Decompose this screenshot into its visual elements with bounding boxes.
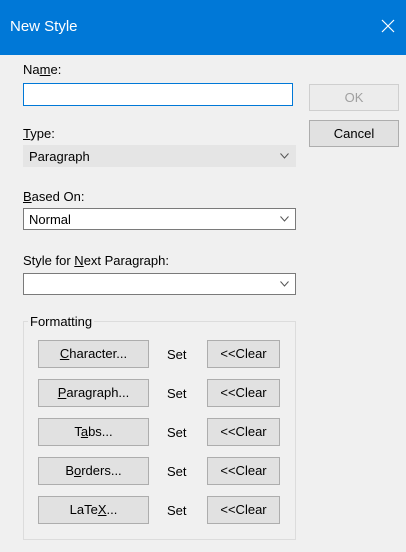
tabs-clear-button[interactable]: <<Clear	[207, 418, 280, 446]
latex-button[interactable]: LaTeX...	[38, 496, 149, 524]
paragraph-status: Set	[167, 386, 187, 401]
type-select[interactable]: Paragraph	[23, 145, 296, 167]
close-icon[interactable]	[376, 14, 400, 38]
chevron-down-icon	[280, 281, 289, 287]
cancel-button[interactable]: Cancel	[309, 120, 399, 147]
tabs-status: Set	[167, 425, 187, 440]
latex-clear-button[interactable]: <<Clear	[207, 496, 280, 524]
character-button[interactable]: Character...	[38, 340, 149, 368]
next-style-select[interactable]	[23, 273, 296, 295]
based-on-select-value: Normal	[29, 212, 71, 227]
window-title: New Style	[10, 18, 78, 35]
formatting-group-label: Formatting	[28, 314, 95, 329]
borders-button[interactable]: Borders...	[38, 457, 149, 485]
paragraph-button[interactable]: Paragraph...	[38, 379, 149, 407]
latex-status: Set	[167, 503, 187, 518]
name-label: Name:	[23, 62, 62, 77]
borders-clear-button[interactable]: <<Clear	[207, 457, 280, 485]
tabs-button[interactable]: Tabs...	[38, 418, 149, 446]
paragraph-clear-button[interactable]: <<Clear	[207, 379, 280, 407]
based-on-select[interactable]: Normal	[23, 208, 296, 230]
next-style-label: Style for Next Paragraph:	[23, 253, 169, 268]
type-select-value: Paragraph	[29, 149, 90, 164]
name-input[interactable]	[23, 83, 293, 106]
character-status: Set	[167, 347, 187, 362]
chevron-down-icon	[280, 216, 289, 222]
type-label: Type:	[23, 126, 55, 141]
borders-status: Set	[167, 464, 187, 479]
title-bar: New Style	[0, 0, 406, 55]
ok-button[interactable]: OK	[309, 84, 399, 111]
based-on-label: Based On:	[23, 189, 85, 204]
character-clear-button[interactable]: <<Clear	[207, 340, 280, 368]
chevron-down-icon	[280, 153, 289, 159]
